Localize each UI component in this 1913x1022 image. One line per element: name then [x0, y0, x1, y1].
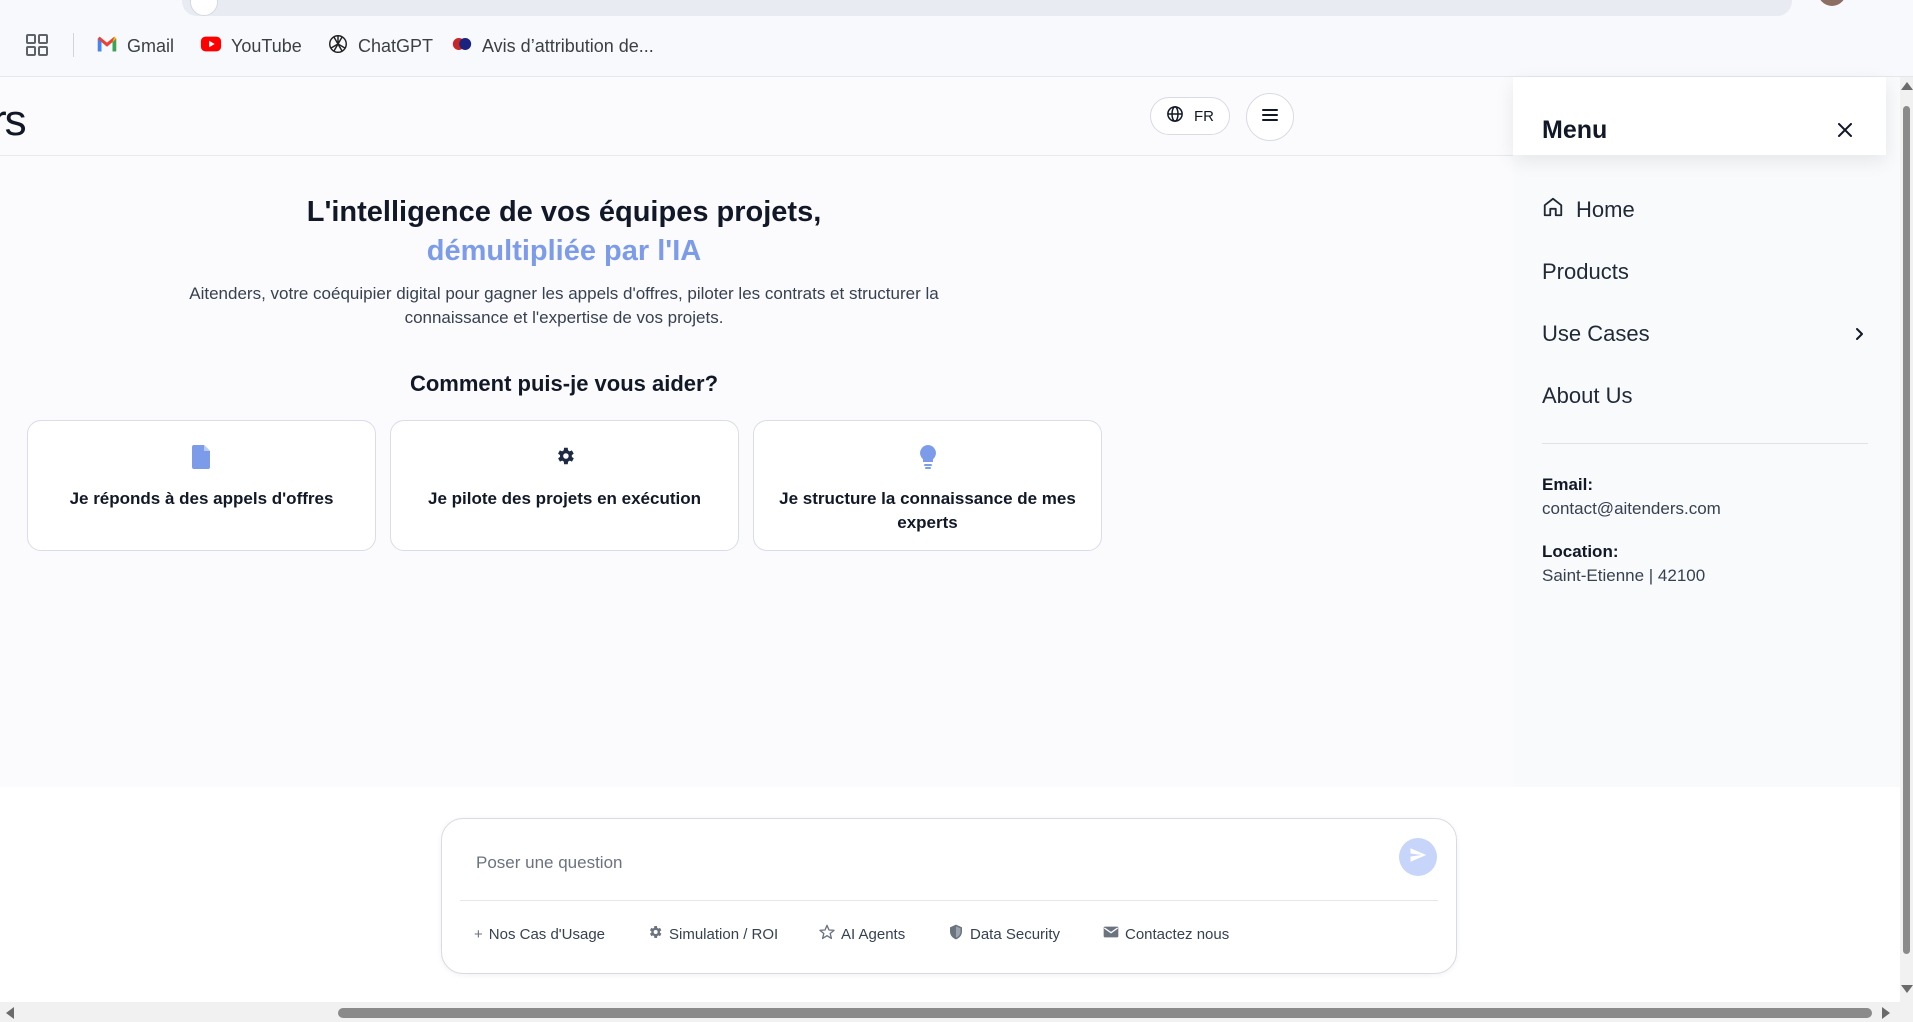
home-icon — [1542, 196, 1564, 224]
card-label: Je structure la connaissance de mes expe… — [779, 489, 1076, 532]
chatgpt-icon — [327, 33, 349, 60]
chip-contact[interactable]: Contactez nous — [1103, 924, 1229, 944]
hamburger-icon — [1262, 108, 1278, 127]
hero-subtitle: Aitenders, votre coéquipier digital pour… — [160, 282, 968, 330]
lightbulb-icon — [754, 445, 1101, 471]
scroll-down-icon[interactable] — [1901, 985, 1913, 993]
gear-icon — [647, 924, 663, 944]
chip-simulation[interactable]: Simulation / ROI — [647, 924, 778, 944]
chip-label: Contactez nous — [1125, 925, 1230, 943]
gear-icon — [391, 445, 738, 471]
chip-data-security[interactable]: Data Security — [948, 924, 1060, 944]
logo[interactable]: rs — [0, 96, 27, 146]
menu-item-products[interactable]: Products — [1542, 257, 1629, 287]
menu-item-label: About Us — [1542, 383, 1633, 408]
chip-ai-agents[interactable]: AI Agents — [819, 924, 905, 944]
card-label: Je pilote des projets en exécution — [427, 489, 702, 508]
email-label: Email: — [1542, 475, 1594, 494]
question-input[interactable] — [474, 848, 1378, 878]
shield-icon — [948, 924, 964, 944]
language-button[interactable]: FR — [1150, 97, 1230, 135]
close-icon — [1838, 122, 1852, 142]
gmail-icon — [96, 33, 118, 60]
menu-item-use-cases[interactable]: Use Cases — [1542, 319, 1650, 349]
bookmark-youtube[interactable]: YouTube — [200, 34, 302, 58]
scroll-left-icon[interactable] — [6, 1007, 14, 1019]
hero-subtitle-line: connaissance et l'expertise de vos proje… — [404, 308, 724, 327]
bookmark-label: ChatGPT — [358, 35, 434, 56]
side-menu — [1513, 77, 1900, 787]
location-value: Saint-Etienne | 42100 — [1542, 566, 1706, 585]
chat-box — [441, 818, 1457, 974]
send-icon — [1409, 846, 1427, 869]
language-label: FR — [1194, 107, 1214, 125]
bookmark-avis[interactable]: Avis d’attribution de... — [451, 34, 654, 58]
bookmark-label: YouTube — [231, 35, 302, 56]
chip-label: Nos Cas d'Usage — [488, 925, 606, 943]
menu-item-home[interactable]: Home — [1542, 195, 1635, 225]
menu-item-label: Use Cases — [1542, 321, 1650, 346]
card-label: Je réponds à des appels d'offres — [69, 489, 334, 508]
menu-item-label: Products — [1542, 259, 1629, 284]
card-tenders[interactable]: Je réponds à des appels d'offres — [27, 420, 376, 551]
menu-item-about-us[interactable]: About Us — [1542, 381, 1633, 411]
document-icon — [28, 445, 375, 471]
menu-close-button[interactable] — [1832, 119, 1858, 145]
menu-divider — [1542, 443, 1868, 444]
globe-icon — [1166, 105, 1184, 127]
horizontal-scroll-thumb[interactable] — [338, 1008, 1872, 1018]
send-button[interactable] — [1399, 838, 1437, 876]
hero-title: L'intelligence de vos équipes projets, — [306, 196, 822, 228]
bookmark-chatgpt[interactable]: ChatGPT — [327, 34, 433, 58]
vertical-scroll-thumb[interactable] — [1903, 106, 1910, 954]
scroll-up-icon[interactable] — [1901, 82, 1913, 90]
apps-grid-icon[interactable] — [26, 34, 48, 56]
star-icon — [819, 924, 835, 944]
bookmarks-divider — [73, 33, 74, 57]
chevron-right-icon[interactable] — [1852, 326, 1866, 342]
chip-label: Simulation / ROI — [669, 925, 779, 943]
bookmark-label: Gmail — [127, 35, 175, 56]
chip-label: Data Security — [970, 925, 1061, 943]
chat-divider — [460, 900, 1438, 901]
bookmark-gmail[interactable]: Gmail — [96, 34, 174, 58]
email-value[interactable]: contact@aitenders.com — [1542, 499, 1721, 519]
card-projects[interactable]: Je pilote des projets en exécution — [390, 420, 739, 551]
mail-icon — [1103, 924, 1119, 944]
menu-title: Menu — [1542, 116, 1608, 144]
scroll-right-icon[interactable] — [1882, 1007, 1890, 1019]
bookmark-label: Avis d’attribution de... — [482, 35, 654, 56]
hero-subtitle-line: Aitenders, votre coéquipier digital pour… — [189, 284, 939, 303]
location-label: Location: — [1542, 542, 1619, 561]
address-bar[interactable] — [182, 0, 1792, 16]
youtube-icon — [200, 33, 222, 60]
help-heading: Comment puis-je vous aider? — [409, 371, 719, 396]
card-knowledge[interactable]: Je structure la connaissance de mes expe… — [753, 420, 1102, 551]
chip-use-cases[interactable]: + Nos Cas d'Usage — [474, 924, 605, 944]
mastercard-icon — [451, 33, 473, 60]
plus-icon: + — [474, 925, 483, 943]
hamburger-menu-button[interactable] — [1246, 93, 1294, 141]
hero-title-accent: démultipliée par l'IA — [426, 235, 702, 267]
menu-item-label: Home — [1576, 197, 1635, 222]
chip-label: AI Agents — [841, 925, 906, 943]
